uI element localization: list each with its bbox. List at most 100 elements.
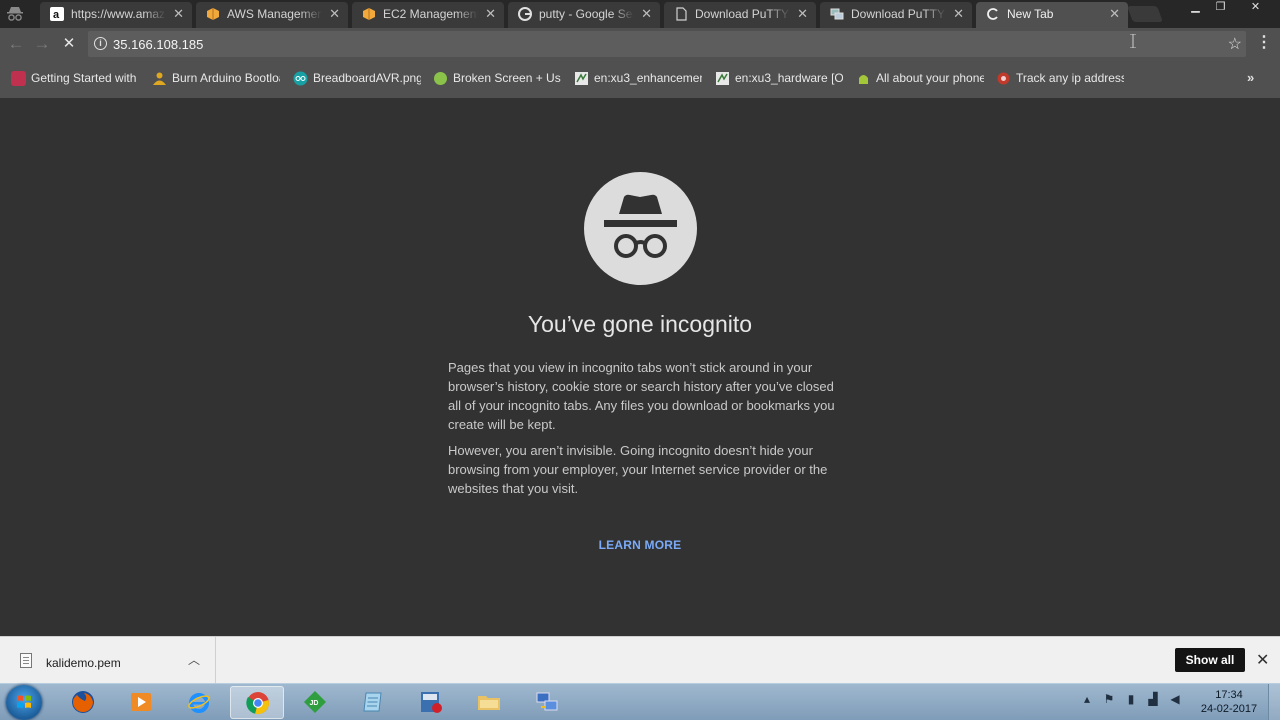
address-bar[interactable]: i 35.166.108.185 ☆ [88,31,1246,57]
loading-icon [986,7,1000,21]
tab-title: https://www.amazon.com [71,7,166,21]
tab-download-putty-latest[interactable]: Download PuTTY: latest ✕ [820,2,972,28]
taskbar-jdownloader[interactable]: JD [288,686,342,719]
volume-icon[interactable]: ◀ [1168,692,1182,708]
show-all-button[interactable]: Show all [1175,648,1245,672]
tray-expand-icon[interactable]: ▴ [1080,692,1094,708]
close-icon[interactable]: ✕ [173,6,184,22]
tab-google-search[interactable]: putty - Google Search ✕ [508,2,660,28]
clock-time: 17:34 [1215,689,1243,701]
bookmarks-bar: Getting Started with C Burn Arduino Boot… [0,60,1280,98]
bookmark-label: BreadboardAVR.png | [313,71,421,85]
new-tab-button[interactable] [1127,6,1163,22]
media-player-icon [131,693,151,711]
tab-strip: a https://www.amazon.com ✕ AWS Managemen… [0,0,1280,28]
tab-title: Download PuTTY - a free SSH [695,7,790,21]
close-icon[interactable]: ✕ [1109,6,1120,22]
tab-title: EC2 Management Console [383,7,478,21]
notepad-icon [363,692,382,712]
learn-more-link[interactable]: LEARN MORE [560,538,720,552]
tab-title: Download PuTTY: latest [851,7,946,21]
aws-icon [362,7,376,21]
stop-loading-icon[interactable]: ✕ [60,35,78,53]
video-editor-icon [421,692,442,713]
bookmark-label: en:xu3_enhancement_ [594,71,702,85]
windows-logo-icon [17,695,31,708]
taskbar-network-tool[interactable] [520,686,574,719]
bookmark-item[interactable]: Track any ip address f [996,70,1124,88]
network-signal-icon[interactable]: ▟ [1146,692,1160,708]
browser-window: a https://www.amazon.com ✕ AWS Managemen… [0,0,1280,720]
android-icon [856,71,871,86]
tab-title: AWS Management Console [227,7,322,21]
window-close-icon[interactable]: ✕ [1243,0,1268,16]
minimize-icon[interactable]: ▁ [1183,0,1208,16]
google-icon [518,7,532,21]
android-icon [433,71,448,86]
close-icon[interactable]: ✕ [641,6,652,22]
url-text[interactable]: 35.166.108.185 [113,37,203,52]
taskbar-chrome[interactable] [230,686,284,719]
info-icon[interactable]: i [94,37,107,50]
wiki-icon [715,71,730,86]
taskbar-notepad[interactable] [346,686,400,719]
taskbar-firefox[interactable] [56,686,110,719]
start-button[interactable] [6,685,42,720]
arduino-icon [293,71,308,86]
page-title: You’ve gone incognito [527,311,753,337]
putty-icon [830,7,844,21]
forward-arrow-icon[interactable]: → [32,34,52,54]
bookmark-label: en:xu3_hardware [Odroid [735,71,843,85]
menu-icon[interactable]: ⋮ [1256,33,1272,55]
show-desktop-button[interactable] [1268,684,1280,720]
taskbar-internet-explorer[interactable] [172,686,226,719]
taskbar: JD ▴ ⚑ ▮ ▟ ◀ 17:34 24-02-2017 [0,683,1280,720]
bookmark-item[interactable]: Broken Screen + Using [433,70,561,88]
maximize-icon[interactable]: ❐ [1208,0,1233,16]
tab-new-tab[interactable]: New Tab ✕ [976,2,1128,28]
taskbar-file-explorer[interactable] [462,686,516,719]
download-file-name[interactable]: kalidemo.pem [46,656,121,670]
incognito-spy-icon [584,172,697,285]
clock[interactable]: 17:34 24-02-2017 [1196,688,1262,716]
bookmarks-overflow-icon[interactable]: » [1247,70,1254,85]
close-icon[interactable]: ✕ [953,6,964,22]
close-icon[interactable]: ✕ [329,6,340,22]
tab-title: putty - Google Search [539,7,634,21]
bookmark-label: Track any ip address f [1016,71,1124,85]
bookmark-item[interactable]: Burn Arduino Bootloader [152,70,280,88]
folder-icon [478,696,500,710]
bookmark-label: Burn Arduino Bootloader [172,71,280,85]
browser-toolbar: ← → ✕ i 35.166.108.185 ☆ ⋮ [0,28,1280,60]
bookmark-item[interactable]: Getting Started with C [11,70,139,88]
bookmark-item[interactable]: All about your phone's [856,70,984,88]
action-center-icon[interactable]: ⚑ [1102,692,1116,708]
download-shelf: kalidemo.pem ︿ Show all ✕ [0,636,1280,683]
bookmark-item[interactable]: en:xu3_enhancement_ [574,70,702,88]
download-item[interactable]: kalidemo.pem ︿ [0,637,216,683]
person-icon [152,71,167,86]
svg-text:JD: JD [310,700,319,707]
clock-date: 24-02-2017 [1200,703,1258,715]
chevron-up-icon[interactable]: ︿ [188,651,200,668]
tab-download-putty[interactable]: Download PuTTY - a free SSH ✕ [664,2,816,28]
back-arrow-icon[interactable]: ← [6,34,26,54]
tab-ec2-management[interactable]: EC2 Management Console ✕ [352,2,504,28]
chrome-icon [246,692,269,714]
jdownloader-icon: JD [304,691,326,713]
incognito-page: You’ve gone incognito Pages that you vie… [0,98,1280,636]
taskbar-media-player[interactable] [114,686,168,719]
close-icon[interactable]: ✕ [797,6,808,22]
close-icon[interactable]: ✕ [1256,650,1269,670]
tab-aws-management[interactable]: AWS Management Console ✕ [196,2,348,28]
bookmark-item[interactable]: BreadboardAVR.png | [293,70,421,88]
bookmark-label: All about your phone's [876,71,984,85]
taskbar-video-editor[interactable] [404,686,458,719]
bookmark-item[interactable]: en:xu3_hardware [Odroid [715,70,843,88]
close-icon[interactable]: ✕ [485,6,496,22]
wiki-icon [574,71,589,86]
tab-amazon[interactable]: a https://www.amazon.com ✕ [40,2,192,28]
power-icon[interactable]: ▮ [1124,692,1138,708]
amazon-icon: a [50,7,64,21]
bookmark-star-icon[interactable]: ☆ [1228,34,1242,54]
